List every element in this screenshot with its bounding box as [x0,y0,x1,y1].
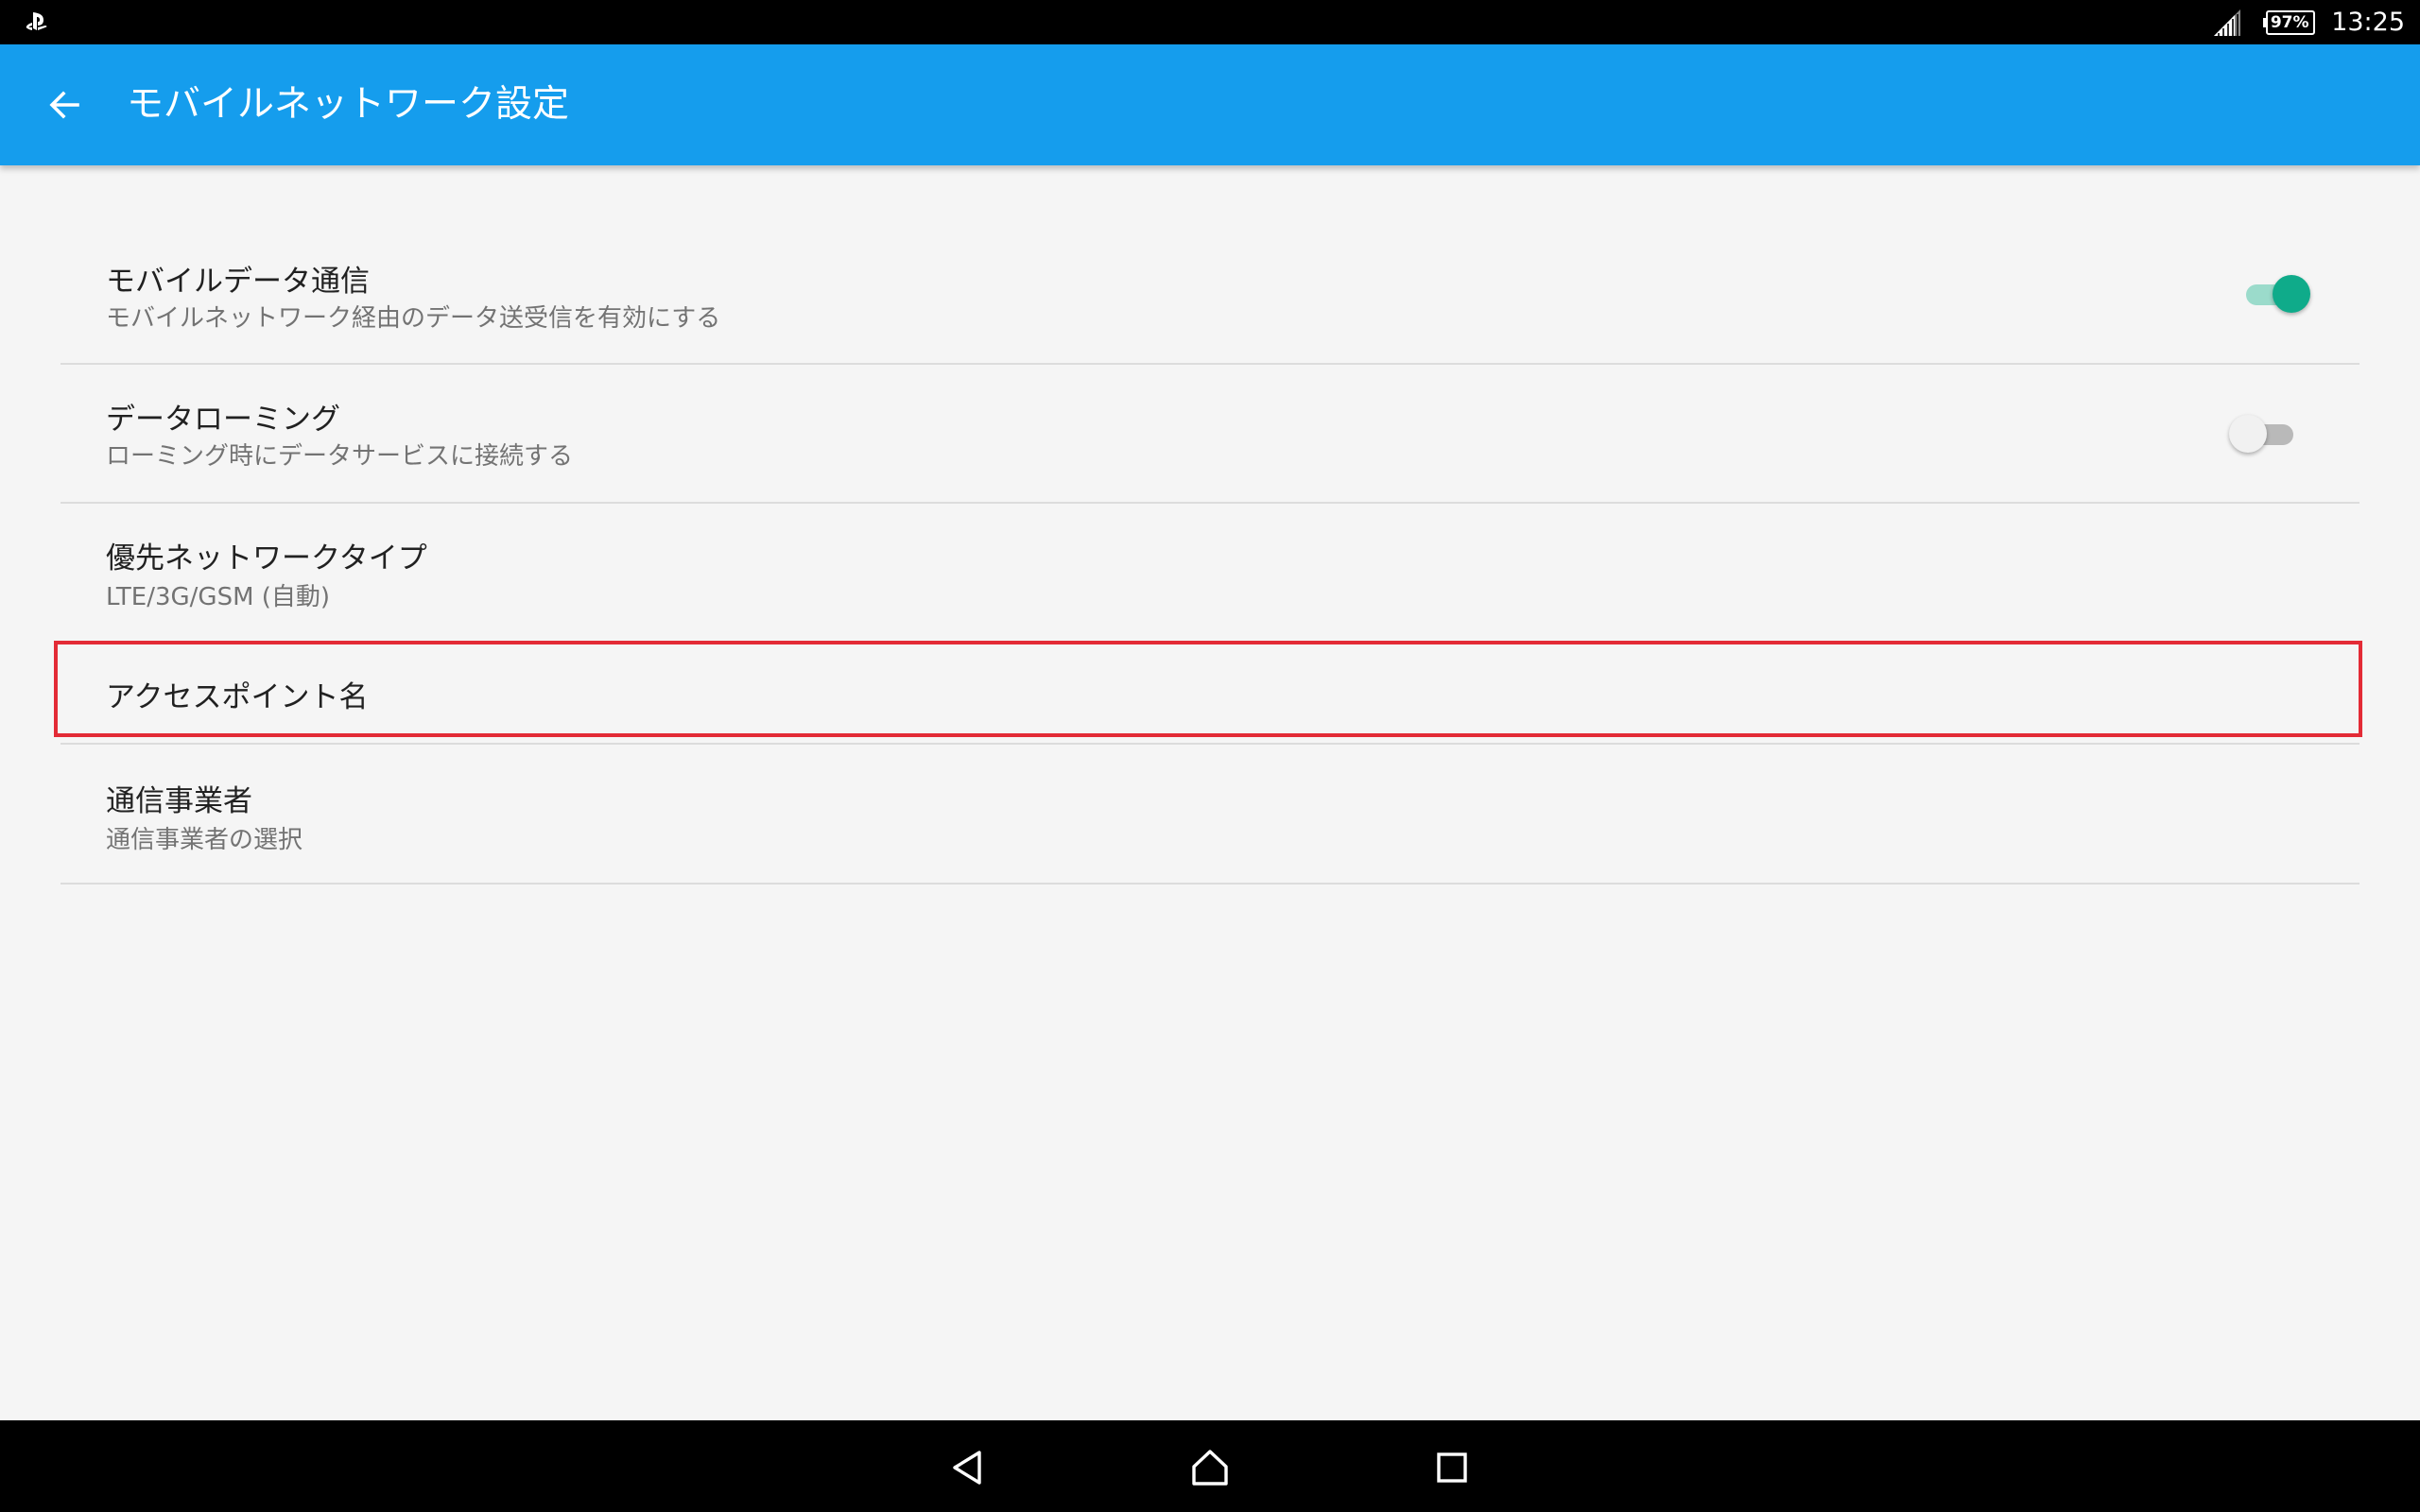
page-title: モバイルネットワーク設定 [127,83,570,126]
divider [60,883,2360,885]
battery-percent: 97% [2270,12,2309,32]
app-bar: モバイルネットワーク設定 [0,44,2420,165]
mobile-data-toggle[interactable] [2242,271,2310,317]
nav-home-icon [1192,1450,1228,1486]
setting-title: 優先ネットワークタイプ [106,541,427,576]
back-button[interactable] [34,75,95,135]
status-bar: 97% 13:25 [0,0,2420,44]
setting-network-operators[interactable]: 通信事業者 通信事業者の選択 [60,745,2360,883]
signal-icon [2214,9,2241,36]
status-indicators: 97% 13:25 [2212,0,2405,44]
arrow-back-icon [49,91,79,119]
setting-title: データローミング [106,403,340,437]
switch-thumb [2229,415,2267,453]
nav-back-button[interactable] [938,1437,998,1498]
data-roaming-toggle[interactable] [2229,411,2297,456]
setting-summary: ローミング時にデータサービスに接続する [106,442,574,471]
highlight-box [54,641,2362,737]
switch-thumb [2273,275,2310,313]
status-clock: 13:25 [2331,8,2405,37]
setting-mobile-data[interactable]: モバイルデータ通信 モバイルネットワーク経由のデータ送受信を有効にする [60,217,2360,361]
playstation-icon [26,12,47,30]
setting-summary: 通信事業者の選択 [106,826,303,854]
nav-recents-button[interactable] [1422,1437,1482,1498]
navigation-bar [0,1420,2420,1512]
setting-summary: LTE/3G/GSM (自動) [106,583,331,611]
nav-home-button[interactable] [1180,1437,1240,1498]
battery-indicator: 97% [2263,9,2316,37]
nav-recents-icon [1437,1452,1467,1483]
setting-summary: モバイルネットワーク経由のデータ送受信を有効にする [106,304,721,333]
setting-title: 通信事業者 [106,784,252,818]
nav-back-icon [953,1451,981,1485]
setting-preferred-network-type[interactable]: 優先ネットワークタイプ LTE/3G/GSM (自動) [60,504,2360,642]
setting-data-roaming[interactable]: データローミング ローミング時にデータサービスに接続する [60,365,2360,503]
setting-title: モバイルデータ通信 [106,265,370,299]
